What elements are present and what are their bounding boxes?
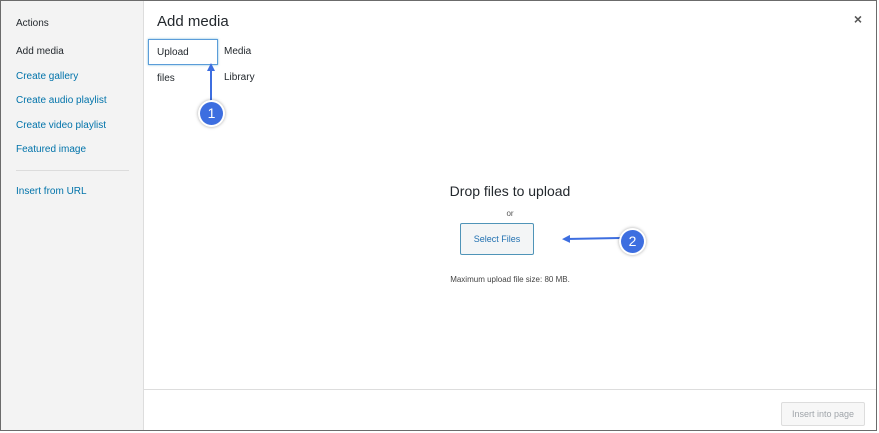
sidebar-item-create-gallery[interactable]: Create gallery (16, 71, 78, 82)
annotation-badge-1: 1 (200, 102, 223, 125)
sidebar-item-add-media[interactable]: Add media (16, 46, 64, 57)
modal-title: Add media (157, 13, 229, 30)
drop-files-heading: Drop files to upload (449, 183, 571, 199)
close-icon[interactable]: × (854, 12, 862, 26)
sidebar-item-insert-from-url[interactable]: Insert from URL (16, 186, 87, 197)
sidebar-divider (16, 170, 129, 171)
tab-upload-files[interactable]: Upload files (148, 39, 218, 84)
sidebar-item-create-video-playlist[interactable]: Create video playlist (16, 120, 106, 131)
modal-footer: Insert into page (144, 389, 876, 430)
or-text: or (506, 209, 514, 218)
upload-drop-zone[interactable]: Drop files to upload or Select Files Max… (144, 67, 876, 389)
tab-media-library[interactable]: Media Library (216, 39, 263, 83)
max-upload-size-text: Maximum upload file size: 80 MB. (450, 275, 570, 284)
insert-into-page-button[interactable]: Insert into page (781, 402, 865, 426)
annotation-badge-2: 2 (621, 230, 644, 253)
sidebar-heading: Actions (16, 18, 49, 29)
sidebar-item-featured-image[interactable]: Featured image (16, 144, 86, 155)
sidebar-item-create-audio-playlist[interactable]: Create audio playlist (16, 95, 107, 106)
select-files-button[interactable]: Select Files (460, 223, 534, 255)
add-media-modal: Actions Add media Create gallery Create … (0, 0, 877, 431)
media-sidebar: Actions Add media Create gallery Create … (1, 1, 144, 430)
